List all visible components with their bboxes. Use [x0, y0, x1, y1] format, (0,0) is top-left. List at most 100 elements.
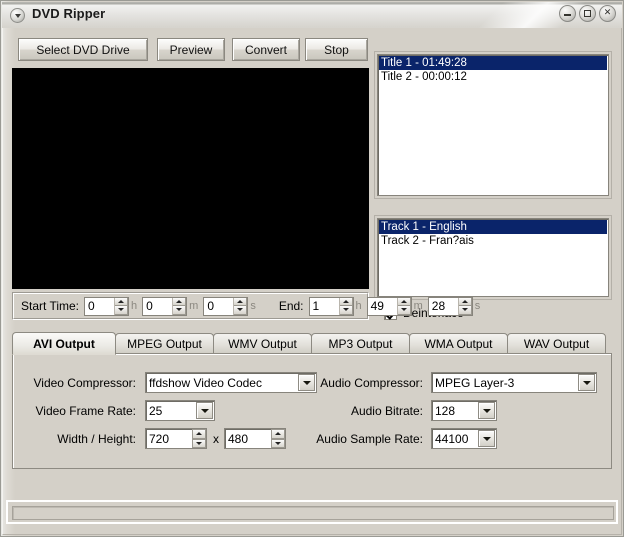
avi-output-panel: Video Compressor: ffdshow Video Codec Vi… — [12, 353, 612, 469]
height-value[interactable]: 480 — [225, 432, 271, 446]
tracks-listbox[interactable]: Track 1 - English Track 2 - Fran?ais — [377, 218, 609, 297]
tab-wmv-output[interactable]: WMV Output — [213, 333, 312, 354]
window-title: DVD Ripper — [32, 6, 106, 21]
video-frame-rate-select[interactable]: 25 — [145, 400, 215, 421]
close-button[interactable]: ✕ — [599, 5, 616, 22]
arrow-down-icon[interactable] — [339, 306, 353, 315]
end-minutes-arrows[interactable] — [396, 297, 411, 315]
tab-wav-output[interactable]: WAV Output — [507, 333, 606, 354]
end-hours-stepper[interactable]: 1 — [308, 296, 354, 316]
start-hours-unit: h — [131, 300, 138, 312]
audio-sample-rate-select[interactable]: 44100 — [431, 428, 497, 449]
progress-bar — [12, 506, 614, 520]
chevron-down-icon[interactable] — [578, 374, 595, 391]
end-minutes-stepper[interactable]: 49 — [366, 296, 412, 316]
end-hours-unit: h — [355, 300, 362, 312]
arrow-up-icon[interactable] — [234, 297, 248, 306]
start-hours-value[interactable]: 0 — [85, 297, 115, 315]
start-seconds-unit: s — [250, 300, 256, 312]
maximize-button[interactable] — [579, 5, 596, 22]
start-minutes-arrows[interactable] — [172, 297, 187, 315]
end-minutes-value[interactable]: 49 — [367, 297, 397, 315]
maximize-icon — [584, 10, 591, 17]
status-bar — [6, 500, 618, 524]
dvd-ripper-window: DVD Ripper ✕ Select DVD Drive Preview Co… — [0, 0, 624, 537]
audio-bitrate-label: Audio Bitrate: — [350, 404, 423, 418]
end-hours-arrows[interactable] — [338, 297, 353, 315]
video-frame-rate-value: 25 — [149, 403, 163, 418]
start-minutes-stepper[interactable]: 0 — [142, 296, 188, 316]
start-hours-arrows[interactable] — [114, 297, 129, 315]
start-time-label: Start Time: — [21, 299, 80, 313]
list-item[interactable]: Track 2 - Fran?ais — [379, 234, 607, 248]
list-item[interactable]: Track 1 - English — [379, 220, 607, 234]
audio-sample-rate-value: 44100 — [435, 431, 469, 446]
time-range-group: Start Time: 0 h 0 m 0 s End: 1 h 49 m 28… — [12, 292, 480, 320]
chevron-down-icon[interactable] — [196, 402, 213, 419]
audio-compressor-label: Audio Compressor: — [320, 376, 423, 390]
stop-button[interactable]: Stop — [305, 38, 368, 61]
video-frame-rate-label: Video Frame Rate: — [35, 404, 137, 418]
close-icon: ✕ — [603, 8, 612, 18]
audio-bitrate-value: 128 — [435, 403, 456, 418]
arrow-up-icon[interactable] — [339, 297, 353, 306]
start-seconds-value[interactable]: 0 — [204, 297, 234, 315]
arrow-up-icon[interactable] — [115, 297, 129, 306]
titles-listbox-frame: Title 1 - 01:49:28 Title 2 - 00:00:12 — [374, 51, 612, 199]
arrow-down-icon[interactable] — [397, 306, 411, 315]
audio-bitrate-select[interactable]: 128 — [431, 400, 497, 421]
width-height-label: Width / Height: — [57, 432, 136, 446]
convert-button[interactable]: Convert — [232, 38, 300, 61]
start-seconds-arrows[interactable] — [233, 297, 248, 315]
video-preview-area[interactable] — [12, 68, 369, 289]
title-bar[interactable]: DVD Ripper ✕ — [2, 2, 622, 28]
audio-compressor-select[interactable]: MPEG Layer-3 — [431, 372, 597, 393]
tracks-listbox-frame: Track 1 - English Track 2 - Fran?ais — [374, 215, 612, 300]
arrow-down-icon[interactable] — [458, 306, 472, 315]
arrow-up-icon[interactable] — [173, 297, 187, 306]
end-hours-value[interactable]: 1 — [309, 297, 339, 315]
tab-mp3-output[interactable]: MP3 Output — [311, 333, 410, 354]
start-minutes-unit: m — [189, 300, 199, 312]
select-dvd-drive-button[interactable]: Select DVD Drive — [18, 38, 148, 61]
arrow-up-icon[interactable] — [271, 429, 285, 439]
end-seconds-unit: s — [474, 300, 481, 312]
minimize-button[interactable] — [559, 5, 576, 22]
arrow-down-icon[interactable] — [173, 306, 187, 315]
width-value[interactable]: 720 — [146, 432, 192, 446]
chevron-down-icon[interactable] — [478, 430, 495, 447]
end-seconds-arrows[interactable] — [457, 297, 472, 315]
arrow-down-icon[interactable] — [115, 306, 129, 315]
arrow-down-icon[interactable] — [271, 438, 285, 448]
dropdown-circle-icon[interactable] — [10, 8, 25, 23]
arrow-up-icon[interactable] — [397, 297, 411, 306]
arrow-down-icon[interactable] — [192, 438, 206, 448]
end-minutes-unit: m — [413, 300, 423, 312]
tab-avi-output[interactable]: AVI Output — [12, 332, 116, 355]
start-minutes-value[interactable]: 0 — [143, 297, 173, 315]
end-time-label: End: — [278, 299, 304, 313]
tab-wma-output[interactable]: WMA Output — [409, 333, 508, 354]
preview-button[interactable]: Preview — [157, 38, 225, 61]
video-compressor-label: Video Compressor: — [33, 376, 137, 390]
minimize-icon — [564, 14, 571, 16]
tab-mpeg-output[interactable]: MPEG Output — [115, 333, 214, 354]
arrow-up-icon[interactable] — [458, 297, 472, 306]
start-hours-stepper[interactable]: 0 — [84, 296, 130, 316]
titles-listbox[interactable]: Title 1 - 01:49:28 Title 2 - 00:00:12 — [377, 54, 609, 196]
window-controls: ✕ — [559, 5, 616, 22]
arrow-up-icon[interactable] — [192, 429, 206, 439]
start-seconds-stepper[interactable]: 0 — [203, 296, 249, 316]
end-seconds-value[interactable]: 28 — [428, 297, 458, 315]
height-stepper[interactable]: 480 — [224, 428, 286, 449]
width-arrows[interactable] — [192, 429, 206, 448]
height-arrows[interactable] — [271, 429, 285, 448]
end-seconds-stepper[interactable]: 28 — [427, 296, 473, 316]
arrow-down-icon[interactable] — [234, 306, 248, 315]
chevron-down-icon[interactable] — [478, 402, 495, 419]
width-stepper[interactable]: 720 — [145, 428, 207, 449]
list-item[interactable]: Title 1 - 01:49:28 — [379, 56, 607, 70]
list-item[interactable]: Title 2 - 00:00:12 — [379, 70, 607, 84]
audio-sample-rate-label: Audio Sample Rate: — [316, 432, 423, 446]
video-compressor-select[interactable]: ffdshow Video Codec — [145, 372, 317, 393]
